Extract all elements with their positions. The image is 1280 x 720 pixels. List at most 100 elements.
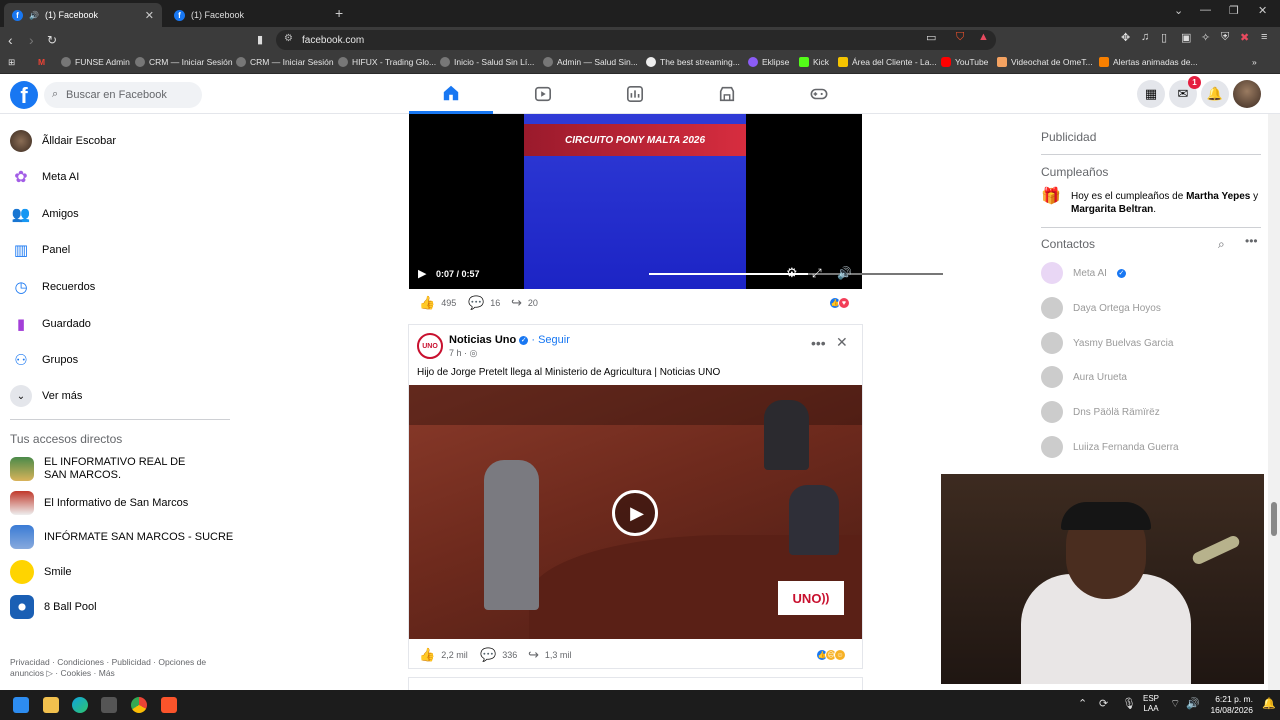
tab-list-icon[interactable]: ⌄ xyxy=(1174,4,1183,17)
bookmark-item[interactable]: FUNSE Admin xyxy=(61,57,130,67)
shortcut-item[interactable]: Smile xyxy=(10,560,72,584)
bookmark-item[interactable]: Eklipse xyxy=(748,57,789,67)
forward-icon[interactable]: › xyxy=(29,32,34,48)
sidebar-item-memories[interactable]: ◷ Recuerdos xyxy=(10,276,95,298)
site-info-icon[interactable]: ⚙ xyxy=(284,33,293,44)
footer-links[interactable]: Privacidad · Condiciones · Publicidad · … xyxy=(10,657,225,679)
contact-item[interactable]: Aura Urueta xyxy=(1041,366,1127,388)
close-window-icon[interactable]: ✕ xyxy=(1258,4,1267,17)
back-icon[interactable]: ‹ xyxy=(8,32,13,48)
follow-button[interactable]: · Seguir xyxy=(531,334,570,346)
close-tab-icon[interactable]: ✕ xyxy=(145,9,154,22)
media-icon[interactable]: ♫ xyxy=(1141,31,1149,43)
sidebar-item-friends[interactable]: 👥 Amigos xyxy=(10,203,79,225)
birthday-notice[interactable]: 🎁 Hoy es el cumpleaños de Martha Yepes y… xyxy=(1041,189,1266,216)
post-video[interactable]: ▶ UNO)) xyxy=(409,385,862,639)
search-contacts-icon[interactable]: ⌕ xyxy=(1218,237,1225,252)
brave-rewards-icon[interactable]: ▲ xyxy=(978,31,989,43)
comment-button[interactable]: 💬 336 xyxy=(480,647,517,663)
more-options-icon[interactable]: ••• xyxy=(811,335,826,351)
wallet-icon[interactable]: ▣ xyxy=(1181,31,1191,44)
file-explorer-icon[interactable] xyxy=(43,697,59,713)
vpn-icon[interactable]: ⛨ xyxy=(1221,31,1229,44)
reactions-summary[interactable]: 👍 ☹ ☺ xyxy=(816,649,846,661)
shortcut-item[interactable]: El Informativo de San Marcos xyxy=(10,491,188,515)
language-indicator[interactable]: ESP LAA xyxy=(1143,694,1159,714)
search-input[interactable]: ⌕ Buscar en Facebook xyxy=(44,82,202,108)
leo-ai-icon[interactable]: ✧ xyxy=(1201,31,1210,44)
bookmark-item[interactable]: Área del Cliente - La... xyxy=(838,57,937,67)
like-button[interactable]: 👍 495 xyxy=(419,295,456,311)
page-avatar[interactable]: UNO xyxy=(417,333,443,359)
wifi-icon[interactable]: ⌔ xyxy=(1170,697,1180,711)
cast-icon[interactable]: ▭ xyxy=(926,31,936,44)
page-scrollbar[interactable] xyxy=(1268,114,1280,690)
like-button[interactable]: 👍 2,2 mil xyxy=(419,647,468,663)
messenger-button[interactable]: ✉ 1 xyxy=(1169,76,1201,108)
bookmark-item[interactable]: The best streaming... xyxy=(646,57,740,67)
contacts-options-icon[interactable]: ••• xyxy=(1245,234,1258,248)
bookmark-item[interactable]: CRM — Iniciar Sesión xyxy=(236,57,334,67)
maximize-icon[interactable]: ❐ xyxy=(1229,4,1239,17)
bookmark-icon[interactable]: ▮ xyxy=(257,33,263,46)
contact-item[interactable]: Meta AI ✓ xyxy=(1041,262,1126,284)
reload-icon[interactable]: ↻ xyxy=(47,33,57,47)
tray-mic-icon[interactable]: 🎙 xyxy=(1122,697,1136,710)
notification-center-icon[interactable]: 🔔 xyxy=(1262,697,1276,710)
nav-home[interactable] xyxy=(409,74,493,114)
contact-item[interactable]: Dns Päölä Rämïrëz xyxy=(1041,401,1160,423)
sidebar-toggle-icon[interactable]: ▯ xyxy=(1161,31,1167,44)
shortcut-item[interactable]: INFÓRMATE SAN MARCOS - SUCRE xyxy=(10,525,233,549)
tray-app-icon[interactable]: ⟳ xyxy=(1099,697,1108,710)
new-tab-button[interactable]: + xyxy=(335,5,343,21)
sidebar-item-meta-ai[interactable]: ✿ Meta AI xyxy=(10,166,79,188)
url-field[interactable]: ⚙ facebook.com xyxy=(276,30,996,50)
apps-grid-icon[interactable]: ⊞ xyxy=(8,57,15,68)
close-icon[interactable]: ✕ xyxy=(836,334,848,351)
sidebar-item-panel[interactable]: ▥ Panel xyxy=(10,239,70,261)
brave-icon[interactable] xyxy=(161,697,177,713)
share-button[interactable]: ↪ 1,3 mil xyxy=(528,647,571,663)
contact-item[interactable]: Daya Ortega Hoyos xyxy=(1041,297,1161,319)
sidebar-item-groups[interactable]: ⚇ Grupos xyxy=(10,349,78,371)
more-bookmarks-icon[interactable]: » xyxy=(1252,57,1257,67)
share-button[interactable]: ↪ 20 xyxy=(511,295,538,311)
tab-facebook[interactable]: f (1) Facebook xyxy=(166,3,330,27)
tray-chevron-icon[interactable]: ⌃ xyxy=(1078,697,1087,710)
bookmark-item[interactable]: HIFUX - Trading Glo... xyxy=(338,57,436,67)
sidebar-item-see-more[interactable]: ⌄ Ver más xyxy=(10,385,82,407)
nav-gaming[interactable] xyxy=(777,74,861,114)
extensions-icon[interactable]: ✥ xyxy=(1121,31,1130,44)
bookmark-item[interactable]: YouTube xyxy=(941,57,988,67)
nav-marketplace[interactable] xyxy=(685,74,769,114)
volume-icon[interactable]: 🔊 xyxy=(1186,697,1200,710)
edge-icon[interactable] xyxy=(72,697,88,713)
profile-avatar[interactable] xyxy=(1233,80,1261,108)
menu-icon[interactable]: ≡ xyxy=(1261,31,1267,43)
nav-dashboard[interactable] xyxy=(593,74,677,114)
bookmark-item[interactable]: Alertas animadas de... xyxy=(1099,57,1198,67)
profile-ext-icon[interactable]: ✖ xyxy=(1240,31,1249,44)
sidebar-item-saved[interactable]: ▮ Guardado xyxy=(10,313,91,335)
bookmark-item[interactable]: CRM — Iniciar Sesión xyxy=(135,57,233,67)
play-button[interactable]: ▶ xyxy=(612,490,658,536)
contact-item[interactable]: Luiiza Fernanda Guerra xyxy=(1041,436,1179,458)
bookmark-item[interactable]: Videochat de OmeT... xyxy=(997,57,1093,67)
play-icon[interactable]: ▶ xyxy=(418,267,426,280)
video-player[interactable]: CIRCUITO PONY MALTA 2026 ▶ 0:07 / 0:57 ⚙… xyxy=(409,114,943,289)
contact-item[interactable]: Yasmy Buelvas Garcia xyxy=(1041,332,1173,354)
brave-shield-icon[interactable]: ⛉ xyxy=(956,31,964,44)
bookmark-item[interactable]: Inicio - Salud Sin Lí... xyxy=(440,57,534,67)
tab-facebook-active[interactable]: f 🔊 (1) Facebook ✕ xyxy=(4,3,162,27)
post-time[interactable]: 7 h · ◎ xyxy=(449,348,477,359)
volume-icon[interactable]: 🔊 xyxy=(837,266,852,280)
notifications-button[interactable]: 🔔 xyxy=(1201,80,1229,108)
store-icon[interactable] xyxy=(101,697,117,713)
minimize-icon[interactable]: — xyxy=(1200,4,1211,16)
settings-icon[interactable]: ⚙ xyxy=(786,265,798,281)
clock[interactable]: 6:21 p. m. 16/08/2026 xyxy=(1203,694,1253,716)
comment-button[interactable]: 💬 16 xyxy=(468,295,500,311)
menu-grid-button[interactable]: ▦ xyxy=(1137,80,1165,108)
shortcut-item[interactable]: EL INFORMATIVO REAL DE SAN MARCOS. xyxy=(10,456,200,482)
facebook-logo-icon[interactable]: f xyxy=(10,81,38,109)
